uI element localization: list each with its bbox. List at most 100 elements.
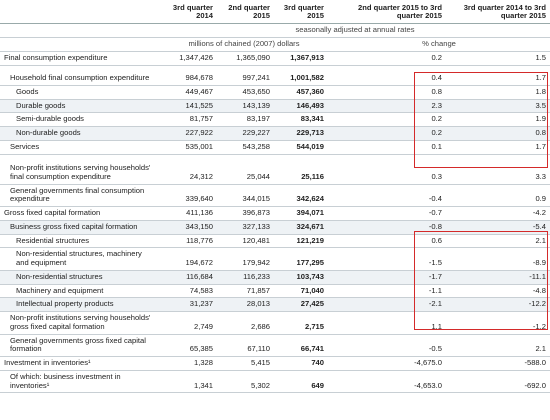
pct-change-annual: -11.1 xyxy=(446,270,550,285)
header-label xyxy=(0,0,160,24)
value-q3-2014: 343,150 xyxy=(160,220,217,235)
pct-change-annual: -5.4 xyxy=(446,220,550,235)
value-q2-2015: 997,241 xyxy=(217,65,274,86)
value-q2-2015: 229,227 xyxy=(217,126,274,141)
row-label: Machinery and equipment xyxy=(0,284,160,299)
value-q3-2014: 24,312 xyxy=(160,154,217,185)
row-label: Non-residential structures xyxy=(0,270,160,285)
pct-change-annual: 2.1 xyxy=(446,234,550,249)
header-q2-2015: 2nd quarter 2015 xyxy=(217,0,274,24)
value-q3-2014: 81,757 xyxy=(160,112,217,128)
table-row: Final consumption expenditure 1,347,426 1,… xyxy=(0,51,550,66)
units-right: % change xyxy=(328,37,550,52)
pct-change-annual: 1.8 xyxy=(446,85,550,100)
pct-change-annual: 1.5 xyxy=(446,51,550,66)
value-q3-2014: 339,640 xyxy=(160,184,217,208)
row-label: Of which: business investment in invento… xyxy=(0,370,160,394)
value-q2-2015: 5,415 xyxy=(217,356,274,371)
value-q2-2015: 71,857 xyxy=(217,284,274,299)
header-q3-2014: 3rd quarter 2014 xyxy=(160,0,217,24)
subheader-row: seasonally adjusted at annual rates xyxy=(0,23,550,38)
gdp-expenditure-table: 3rd quarter 2014 2nd quarter 2015 3rd qu… xyxy=(0,0,550,394)
value-q3-2015: 740 xyxy=(274,356,328,371)
value-q2-2015: 396,873 xyxy=(217,206,274,222)
row-label: General governments final consumption ex… xyxy=(0,184,160,208)
value-q2-2015: 179,942 xyxy=(217,247,274,271)
value-q3-2015: 27,425 xyxy=(274,297,328,313)
pct-change-annual: -1.2 xyxy=(446,311,550,335)
row-label: Non-profit institutions serving househol… xyxy=(0,154,160,185)
value-q3-2014: 118,776 xyxy=(160,234,217,249)
table-row: Non-residential structures, machinery an… xyxy=(0,247,550,271)
table-row: Gross fixed capital formation 411,136 396,… xyxy=(0,206,550,222)
pct-change-quarterly: -0.8 xyxy=(328,220,446,235)
table-row: Non-profit institutions serving househol… xyxy=(0,311,550,335)
pct-change-quarterly: -0.4 xyxy=(328,184,446,208)
subheader-text: seasonally adjusted at annual rates xyxy=(160,23,550,38)
value-q3-2014: 2,749 xyxy=(160,311,217,335)
pct-change-annual: 0.8 xyxy=(446,126,550,141)
row-label: Non-profit institutions serving househol… xyxy=(0,311,160,335)
value-q2-2015: 25,044 xyxy=(217,154,274,185)
row-label: Durable goods xyxy=(0,99,160,114)
pct-change-annual: 1.7 xyxy=(446,65,550,86)
value-q3-2014: 1,328 xyxy=(160,356,217,371)
value-q3-2015: 342,624 xyxy=(274,184,328,208)
value-q3-2014: 411,136 xyxy=(160,206,217,222)
value-q3-2014: 1,341 xyxy=(160,370,217,394)
value-q2-2015: 327,133 xyxy=(217,220,274,235)
row-label: Investment in inventories¹ xyxy=(0,356,160,371)
pct-change-quarterly: 0.6 xyxy=(328,234,446,249)
value-q3-2014: 31,237 xyxy=(160,297,217,313)
row-label: Semi-durable goods xyxy=(0,112,160,128)
value-q2-2015: 1,365,090 xyxy=(217,51,274,66)
value-q2-2015: 120,481 xyxy=(217,234,274,249)
value-q3-2015: 103,743 xyxy=(274,270,328,285)
value-q3-2015: 83,341 xyxy=(274,112,328,128)
value-q2-2015: 83,197 xyxy=(217,112,274,128)
row-label: Services xyxy=(0,140,160,155)
table-row: Non-residential structures 116,684 116,233… xyxy=(0,270,550,285)
value-q2-2015: 453,650 xyxy=(217,85,274,100)
pct-change-annual: -8.9 xyxy=(446,247,550,271)
value-q2-2015: 28,013 xyxy=(217,297,274,313)
table-row: Goods 449,467 453,650 457,360 0.8 1.8 xyxy=(0,85,550,100)
header-row: 3rd quarter 2014 2nd quarter 2015 3rd qu… xyxy=(0,0,550,24)
value-q3-2015: 25,116 xyxy=(274,154,328,185)
pct-change-quarterly: 2.3 xyxy=(328,99,446,114)
pct-change-quarterly: -0.5 xyxy=(328,334,446,357)
table-row: Intellectual property products 31,237 28,0… xyxy=(0,297,550,313)
table-row: General governments final consumption ex… xyxy=(0,184,550,208)
value-q2-2015: 543,258 xyxy=(217,140,274,155)
value-q3-2015: 324,671 xyxy=(274,220,328,235)
table-row: Investment in inventories¹ 1,328 5,415 740-… xyxy=(0,356,550,371)
pct-change-annual: 3.5 xyxy=(446,99,550,114)
row-label: General governments gross fixed capital … xyxy=(0,334,160,357)
pct-change-annual: 1.7 xyxy=(446,140,550,155)
value-q2-2015: 143,139 xyxy=(217,99,274,114)
statistics-table-view: 3rd quarter 2014 2nd quarter 2015 3rd qu… xyxy=(0,0,550,420)
pct-change-quarterly: -4,653.0 xyxy=(328,370,446,394)
value-q3-2015: 394,071 xyxy=(274,206,328,222)
pct-change-annual: -12.2 xyxy=(446,297,550,313)
header-q3-2015: 3rd quarter 2015 xyxy=(274,0,328,24)
pct-change-quarterly: -4,675.0 xyxy=(328,356,446,371)
pct-change-annual: -4.8 xyxy=(446,284,550,299)
row-label: Gross fixed capital formation xyxy=(0,206,160,222)
table-row: Business gross fixed capital formation 34… xyxy=(0,220,550,235)
value-q3-2014: 1,347,426 xyxy=(160,51,217,66)
row-label: Business gross fixed capital formation xyxy=(0,220,160,235)
pct-change-quarterly: 0.8 xyxy=(328,85,446,100)
pct-change-quarterly: 0.2 xyxy=(328,112,446,128)
pct-change-annual: -692.0 xyxy=(446,370,550,394)
value-q2-2015: 67,110 xyxy=(217,334,274,357)
row-label: Non-durable goods xyxy=(0,126,160,141)
row-label: Final consumption expenditure xyxy=(0,51,160,66)
value-q2-2015: 116,233 xyxy=(217,270,274,285)
pct-change-quarterly: 0.2 xyxy=(328,126,446,141)
value-q3-2015: 1,001,582 xyxy=(274,65,328,86)
value-q3-2015: 229,713 xyxy=(274,126,328,141)
value-q3-2015: 649 xyxy=(274,370,328,394)
value-q3-2015: 66,741 xyxy=(274,334,328,357)
value-q3-2014: 535,001 xyxy=(160,140,217,155)
